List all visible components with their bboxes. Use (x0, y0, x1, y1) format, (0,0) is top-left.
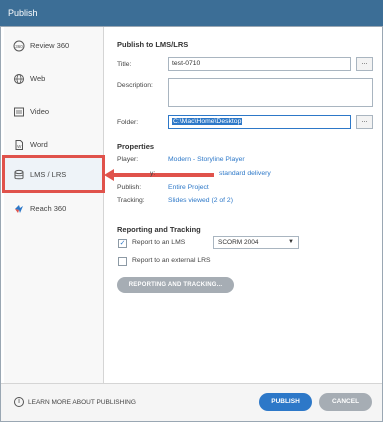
lms-lrs-highlight (2, 155, 105, 193)
panel-heading: Publish to LMS/LRS (117, 40, 189, 49)
description-label: Description: (117, 82, 153, 89)
svg-text:W: W (17, 143, 22, 148)
main-panel: Publish to LMS/LRS Title: test-0710 ... … (108, 27, 380, 383)
quality-link[interactable]: standard delivery (219, 170, 271, 177)
learn-more-link[interactable]: i LEARN MORE ABOUT PUBLISHING (14, 397, 136, 407)
player-link[interactable]: Modern - Storyline Player (168, 156, 245, 163)
word-doc-icon: W (13, 139, 25, 151)
report-lms-label: Report to an LMS (132, 239, 186, 246)
publish-scope-label: Publish: (117, 184, 142, 191)
sidebar-item-label: Review 360 (30, 41, 70, 50)
title-label: Title: (117, 61, 132, 68)
tracking-label: Tracking: (117, 197, 145, 204)
reporting-tracking-button[interactable]: REPORTING AND TRACKING... (117, 277, 234, 293)
sidebar-item-label: Word (30, 140, 48, 149)
tracking-link[interactable]: Slides viewed (2 of 2) (168, 197, 233, 204)
lms-standard-select[interactable]: SCORM 2004 ▼ (213, 236, 299, 249)
properties-heading: Properties (117, 142, 155, 151)
sidebar-item-label: Web (30, 74, 46, 83)
svg-text:360: 360 (15, 43, 23, 48)
sidebar-item-label: Video (30, 107, 50, 116)
sidebar-item-review-360[interactable]: 360 Review 360 (4, 29, 104, 62)
report-lrs-checkbox[interactable] (118, 257, 127, 266)
folder-browse-button[interactable]: ... (356, 115, 373, 129)
sidebar-item-video[interactable]: Video (4, 95, 104, 128)
folder-input[interactable]: C:\Mac\Home\Desktop (168, 115, 351, 129)
learn-more-label: LEARN MORE ABOUT PUBLISHING (28, 398, 136, 406)
sidebar: 360 Review 360 Web Video W Word LMS / LR… (4, 27, 104, 383)
info-icon: i (14, 397, 24, 407)
sidebar-item-web[interactable]: Web (4, 62, 104, 95)
globe-icon (13, 73, 25, 85)
folder-selected-text: C:\Mac\Home\Desktop (172, 118, 243, 125)
title-options-button[interactable]: ... (356, 57, 373, 71)
video-icon (13, 106, 25, 118)
publish-button[interactable]: PUBLISH (259, 393, 312, 411)
dialog-footer: i LEARN MORE ABOUT PUBLISHING PUBLISH CA… (1, 383, 382, 421)
lms-standard-value: SCORM 2004 (218, 239, 259, 246)
publish-dialog: 360 Review 360 Web Video W Word LMS / LR… (0, 26, 383, 422)
report-lrs-label: Report to an external LRS (132, 257, 211, 264)
publish-scope-link[interactable]: Entire Project (168, 184, 209, 191)
sidebar-item-reach-360[interactable]: Reach 360 (4, 192, 104, 225)
reach-360-icon (13, 203, 25, 215)
player-label: Player: (117, 156, 139, 163)
window-title-bar: Publish (0, 0, 383, 26)
report-lms-checkbox[interactable]: ✓ (118, 239, 127, 248)
window-title: Publish (8, 8, 38, 18)
sidebar-item-label: Reach 360 (30, 204, 67, 213)
reporting-heading: Reporting and Tracking (117, 225, 201, 234)
cancel-button[interactable]: CANCEL (319, 393, 372, 411)
chevron-down-icon: ▼ (288, 239, 294, 245)
title-input[interactable]: test-0710 (168, 57, 351, 71)
review-360-icon: 360 (13, 40, 25, 52)
description-input[interactable] (168, 78, 373, 107)
folder-label: Folder: (117, 119, 139, 126)
quality-label: y: (150, 170, 156, 177)
